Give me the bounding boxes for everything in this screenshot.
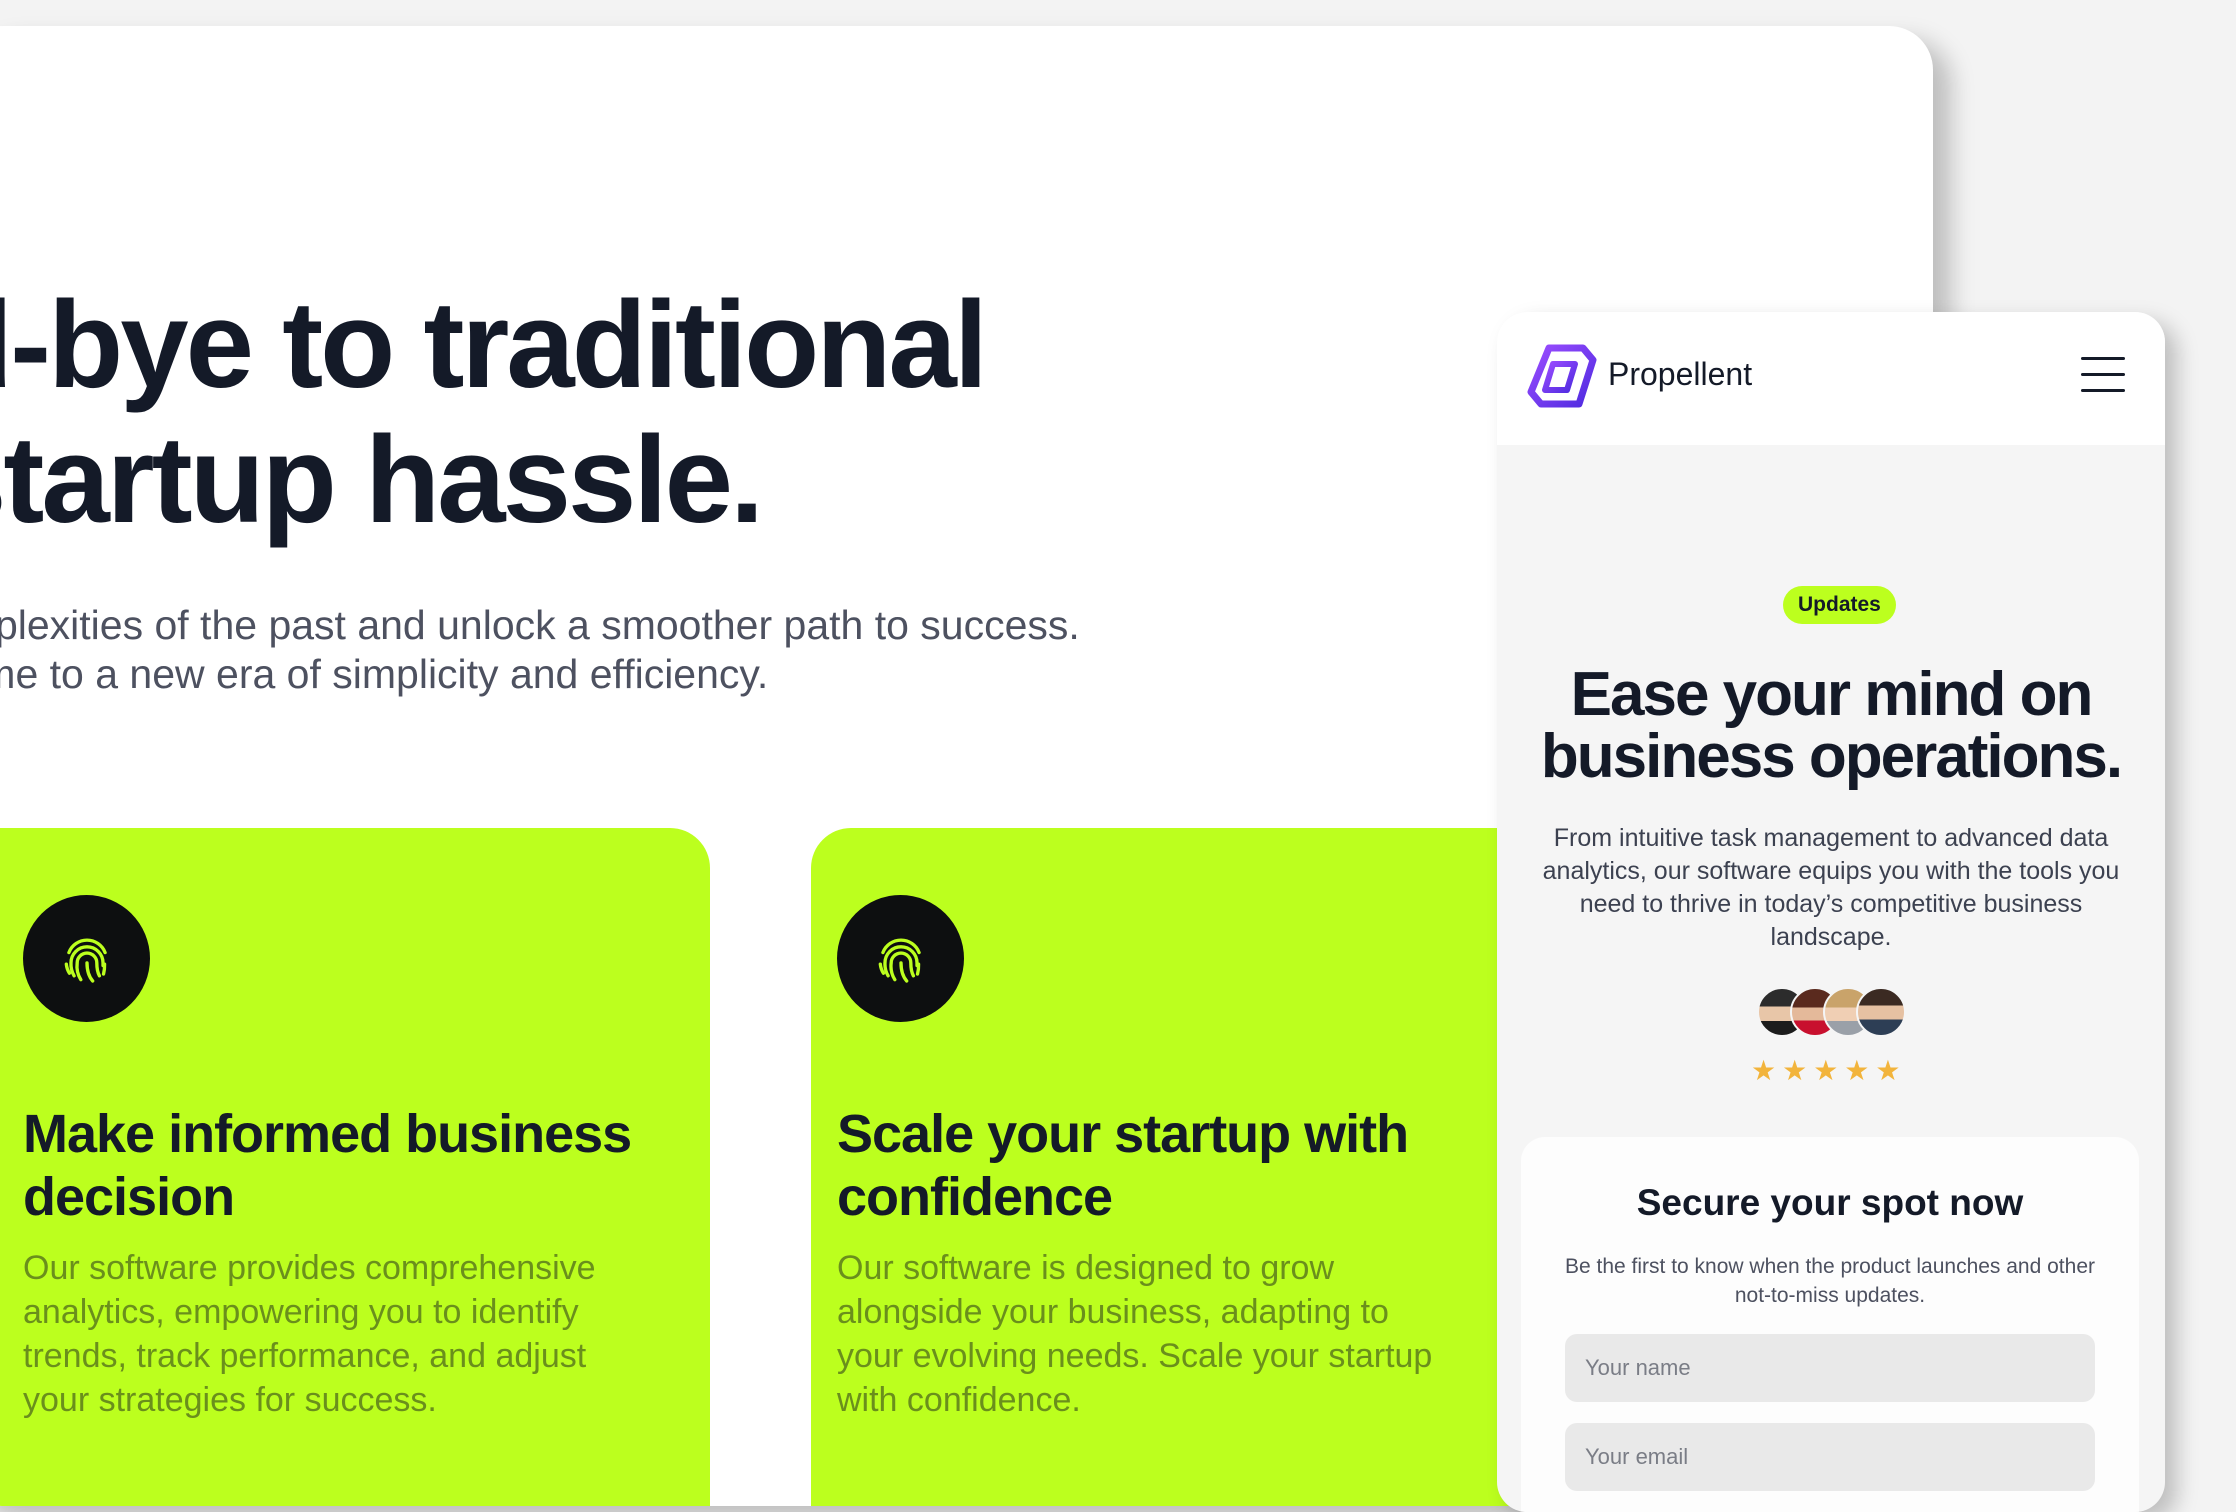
- hero-subtitle: omplexities of the past and unlock a smo…: [0, 601, 1080, 699]
- fingerprint-icon: [837, 895, 964, 1022]
- form-subtitle: Be the first to know when the product la…: [1565, 1255, 2095, 1307]
- mobile-page-preview: Propellent Updates Ease your mind on bus…: [1497, 312, 2165, 1512]
- feature-card-body: Our software is designed to grow alongsi…: [837, 1249, 1433, 1419]
- form-title: Secure your spot now: [1636, 1182, 2024, 1223]
- mobile-navbar: Propellent: [1497, 312, 2165, 445]
- menu-line: [2081, 373, 2125, 376]
- hero-title: d-bye to traditional startup hassle.: [0, 277, 988, 549]
- hero-title-line-1: d-bye to traditional: [0, 277, 988, 414]
- hero-subtitle-line-2: come to a new era of simplicity and effi…: [0, 651, 769, 697]
- menu-line: [2081, 389, 2125, 392]
- hero-subtitle-line-1: omplexities of the past and unlock a smo…: [0, 602, 1080, 648]
- feature-card-body: Our software provides comprehensive anal…: [23, 1249, 596, 1419]
- mobile-hero-title-line-2: business operations.: [1540, 722, 2123, 791]
- feature-card-title: Make informed business decision: [23, 1104, 632, 1227]
- propellent-logo-icon[interactable]: [1527, 342, 1597, 412]
- fingerprint-icon: [23, 895, 150, 1022]
- avatar: [1856, 987, 1906, 1037]
- rating-stars: ★★★★★: [1751, 1055, 1907, 1086]
- email-input[interactable]: [1565, 1423, 2095, 1491]
- mobile-hero-title-line-1: Ease your mind on: [1570, 660, 2094, 729]
- name-input[interactable]: [1565, 1334, 2095, 1402]
- signup-form-card: Secure your spot now Be the first to kno…: [1521, 1137, 2139, 1512]
- mobile-hero-title: Ease your mind on business operations.: [1497, 664, 2165, 788]
- brand-name[interactable]: Propellent: [1608, 356, 1752, 393]
- hamburger-menu-icon[interactable]: [2081, 357, 2125, 393]
- updates-badge: Updates: [1783, 586, 1896, 624]
- hero-title-line-2: startup hassle.: [0, 412, 764, 549]
- mobile-hero-subtitle: From intuitive task management to advanc…: [1542, 824, 2120, 951]
- feature-card-analytics: Make informed business decision Our soft…: [0, 828, 710, 1506]
- menu-line: [2081, 357, 2125, 360]
- feature-card-title: Scale your startup with confidence: [837, 1104, 1409, 1227]
- user-avatars: [1757, 987, 1907, 1037]
